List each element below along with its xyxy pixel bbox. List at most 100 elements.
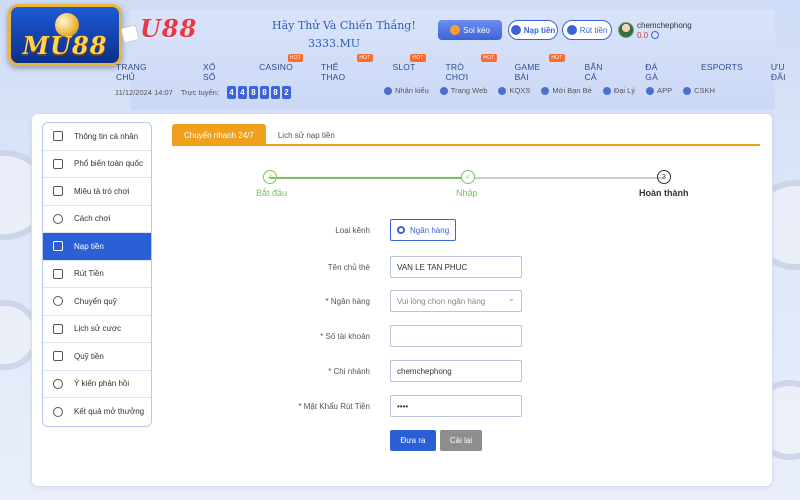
piggy-bank-icon [53,241,63,252]
password-label: * Mật Khẩu Rút Tiền [298,401,370,411]
sidebar-item-thong-tin[interactable]: Thông tin cá nhân [43,123,151,151]
account-panel: Thông tin cá nhân Phổ biến toàn quốc Miê… [32,114,772,486]
step-2-check-icon: ✓ [461,170,475,184]
rut-tien-button[interactable]: Rút tiền [562,20,612,40]
nav-trang-chu[interactable]: TRANG CHỦ [116,62,165,82]
link-kqxs[interactable]: KQXS [498,86,530,95]
row-chi-nhanh: * Chi nhánh chemchephong [32,360,772,382]
step-connector [474,177,664,179]
counter-digit: 2 [281,86,291,99]
hot-badge: HOT [410,54,426,62]
nav-xo-so[interactable]: XỔ SỐ [203,62,229,82]
handshake-icon [602,86,611,95]
bank-label: * Ngân hàng [325,296,370,306]
avatar[interactable] [618,22,634,38]
datetime: 11/12/2024 14:07 [115,88,173,97]
submit-button[interactable]: Đưa ra [390,430,436,451]
nav-casino[interactable]: CASINO HOT [259,54,303,82]
counter-digit: 4 [237,86,247,99]
nav-uu-dai[interactable]: ƯU ĐÃI [771,62,800,82]
sidebar-item-mieu-ta[interactable]: Miêu tả trò chơi [43,178,151,206]
online-label: Trực tuyến: [180,88,219,97]
domain-text: 3333.MU [308,37,361,50]
ball-icon [450,25,461,35]
rut-tien-label: Rút tiền [579,25,608,35]
site-logo[interactable]: MU88 [8,4,122,66]
counter-digit: 8 [259,86,269,99]
logo-text: MU88 [22,30,108,60]
online-counter: 4 4 8 8 8 2 [226,86,291,99]
channel-label: Loại kênh [335,225,370,235]
holder-name-field[interactable]: VAN LE TAN PHUC [390,256,522,278]
soi-keo-button[interactable]: Soi kèo [438,20,502,40]
step-connector [270,177,462,179]
slogan: Hãy Thử Và Chiến Thắng! [272,19,416,32]
withdraw-icon [566,25,577,35]
hot-badge: HOT [481,54,497,62]
link-app[interactable]: APP [646,86,672,95]
link-cskh[interactable]: CSKH [683,86,715,95]
account-number-field[interactable] [390,325,522,347]
support-icon [683,86,692,95]
link-nhan-kieu[interactable]: Nhận kiểu [384,86,429,95]
link-trang-web[interactable]: Trang Web [439,86,487,95]
profile-icon [53,131,63,142]
row-mat-khau: * Mật Khẩu Rút Tiền •••• [32,395,772,417]
globe-icon [439,86,448,95]
friends-icon [541,86,550,95]
balance: 0.0 [637,31,649,40]
counter-digit: 8 [270,86,280,99]
nav-da-ga[interactable]: ĐÁ GÀ [645,62,671,82]
username: chemchephong [637,21,692,30]
withdraw-password-field[interactable]: •••• [390,395,522,417]
nav-esports[interactable]: ESPORTS [701,62,743,82]
reset-button[interactable]: Cài lại [440,430,482,451]
diamond-icon [53,158,63,169]
row-loai-kenh: Loại kênh Ngân hàng [32,219,772,241]
mobile-icon [646,86,655,95]
tab-chuyen-nhanh[interactable]: Chuyển nhanh 24/7 [172,124,266,146]
row-so-tai-khoan: * Số tài khoản [32,325,772,347]
step-1-check-icon: ✓ [263,170,277,184]
gamepad-icon [53,186,63,197]
hot-badge: HOT [357,54,373,62]
nap-tien-button[interactable]: Nạp tiền [508,20,558,40]
hot-badge: HOT [287,54,303,62]
main-nav: TRANG CHỦ XỔ SỐ CASINO HOT THỂ THAO HOT SL… [116,54,800,82]
nap-tien-label: Nạp tiền [523,25,556,35]
lottery-icon [498,86,507,95]
counter-digit: 8 [248,86,258,99]
step-3-circle: 3 [657,170,671,184]
row-ngan-hang: * Ngân hàng Vui lòng chọn ngân hàng [32,290,772,312]
brand-wordmark: U88 [140,14,198,43]
deposit-icon [510,25,521,35]
counter-digit: 4 [226,86,236,99]
channel-radio-ngan-hang[interactable]: Ngân hàng [390,219,456,241]
nav-ban-ca[interactable]: BẮN CÁ [585,62,616,82]
holder-label: Tên chủ thẻ [327,262,370,272]
nav-the-thao[interactable]: THỂ THAO HOT [321,54,373,82]
nav-slot[interactable]: SLOT HOT [393,54,426,82]
branch-field[interactable]: chemchephong [390,360,522,382]
deposit-tabs: Chuyển nhanh 24/7 Lịch sử nạp tiền [172,124,760,146]
radio-selected-icon [397,226,405,234]
step-1-label: Bắt đầu [256,188,288,198]
refresh-icon[interactable] [651,31,659,39]
link-moi-ban-be[interactable]: Mời Bạn Bè [541,86,592,95]
sidebar-item-pho-bien[interactable]: Phổ biến toàn quốc [43,151,151,178]
hot-badge: HOT [549,54,565,62]
step-2-label: Nhập [456,188,478,198]
tab-lich-su-nap[interactable]: Lịch sử nạp tiền [266,124,347,146]
nav-tro-choi[interactable]: TRÒ CHƠI HOT [446,54,497,82]
quick-links: Nhận kiểu Trang Web KQXS Mời Bạn Bè Đại … [384,86,715,95]
ticker-row: 11/12/2024 14:07 Trực tuyến: 4 4 8 8 8 2 [115,86,291,99]
account-label: * Số tài khoản [320,331,370,341]
soi-keo-label: Soi kèo [463,25,490,35]
row-ten-chu-the: Tên chủ thẻ VAN LE TAN PHUC [32,256,772,278]
step-3-label: Hoàn thành [639,188,689,198]
link-dai-ly[interactable]: Đại Lý [602,86,635,95]
trophy-icon [384,86,392,95]
nav-game-bai[interactable]: GAME BÀI HOT [515,54,565,82]
progress-stepper: ✓ ✓ 3 Bắt đầu Nhập Hoàn thành [232,164,712,204]
bank-select[interactable]: Vui lòng chọn ngân hàng [390,290,522,312]
